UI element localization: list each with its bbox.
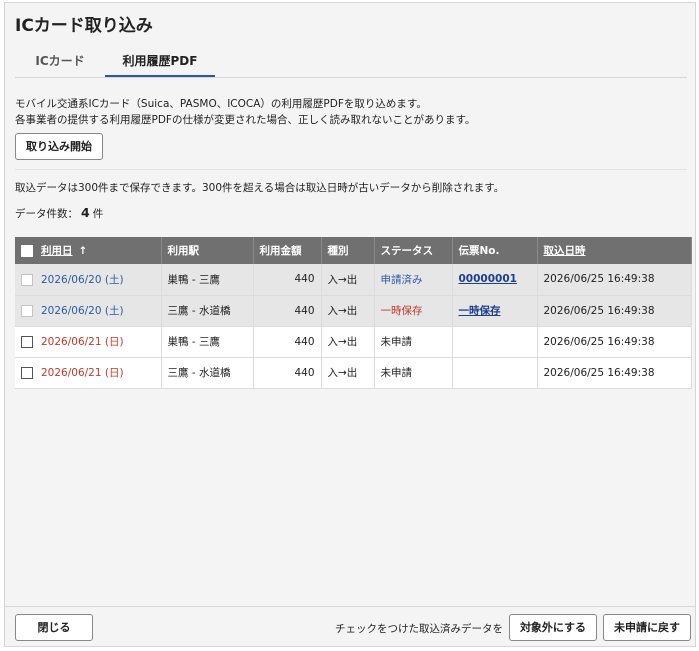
description-line-2: 各事業者の提供する利用履歴PDFの仕様が変更された場合、正しく読み取れないことが… bbox=[15, 114, 476, 126]
row-checkbox[interactable] bbox=[21, 336, 33, 348]
tab-usage-history-pdf[interactable]: 利用履歴PDF bbox=[105, 47, 215, 77]
cell-status: 申請済み bbox=[374, 264, 453, 296]
table-row: 2026/06/20 (土) 巣鴨 - 三鷹 440 入→出 申請済み 0000… bbox=[15, 264, 692, 296]
header-type: 種別 bbox=[321, 237, 375, 264]
close-button[interactable]: 閉じる bbox=[15, 614, 93, 641]
ic-import-dialog: ICカード取り込み ICカード 利用履歴PDF モバイル交通系ICカード（Sui… bbox=[4, 2, 696, 647]
cell-slip-no bbox=[452, 326, 538, 358]
header-slip-no: 伝票No. bbox=[452, 237, 538, 264]
header-status: ステータス bbox=[374, 237, 453, 264]
select-all-checkbox[interactable] bbox=[21, 245, 33, 257]
cell-status: 未申請 bbox=[374, 357, 453, 389]
data-count: データ件数： 4 件 bbox=[15, 205, 103, 221]
header-date-label[interactable]: 利用日 bbox=[41, 245, 73, 257]
table-row: 2026/06/20 (土) 三鷹 - 水道橋 440 入→出 一時保存 一時保… bbox=[15, 295, 692, 327]
cell-station: 三鷹 - 水道橋 bbox=[161, 357, 254, 389]
cell-imported-at: 2026/06/25 16:49:38 bbox=[537, 326, 692, 358]
cell-station: 巣鴨 - 三鷹 bbox=[161, 326, 254, 358]
footer-action-text: チェックをつけた取込済みデータを bbox=[335, 623, 503, 635]
header-date[interactable]: 利用日 ↑ bbox=[15, 237, 162, 264]
header-imported-at[interactable]: 取込日時 bbox=[537, 237, 692, 264]
sort-ascending-icon[interactable]: ↑ bbox=[79, 245, 88, 257]
row-checkbox bbox=[21, 273, 33, 286]
cell-type: 入→出 bbox=[321, 264, 375, 296]
usage-date: 2026/06/21 (日) bbox=[41, 336, 124, 348]
storage-info-text: 取込データは300件まで保存できます。300件を超える場合は取込日時が古いデータ… bbox=[15, 182, 505, 194]
table-header-row: 利用日 ↑ 利用駅 利用金額 種別 ステータス 伝票No. 取込日時 bbox=[15, 237, 692, 264]
header-station: 利用駅 bbox=[161, 237, 254, 264]
usage-table: 利用日 ↑ 利用駅 利用金額 種別 ステータス 伝票No. 取込日時 2026/0… bbox=[15, 237, 692, 389]
cell-imported-at: 2026/06/25 16:49:38 bbox=[537, 264, 692, 296]
tab-bar: ICカード 利用履歴PDF bbox=[15, 47, 687, 78]
start-import-button[interactable]: 取り込み開始 bbox=[15, 133, 103, 160]
cell-type: 入→出 bbox=[321, 357, 375, 389]
usage-date: 2026/06/21 (日) bbox=[41, 367, 124, 379]
usage-date: 2026/06/20 (土) bbox=[41, 305, 124, 317]
cell-amount: 440 bbox=[253, 326, 322, 358]
cell-station: 三鷹 - 水道橋 bbox=[161, 295, 254, 327]
footer-divider bbox=[5, 606, 695, 607]
cell-date: 2026/06/20 (土) bbox=[15, 264, 162, 296]
usage-date: 2026/06/20 (土) bbox=[41, 273, 124, 286]
header-amount: 利用金額 bbox=[253, 237, 322, 264]
slip-link[interactable]: 一時保存 bbox=[459, 305, 501, 317]
slip-link[interactable]: 00000001 bbox=[459, 273, 517, 285]
row-checkbox[interactable] bbox=[21, 367, 33, 379]
cell-slip-no: 一時保存 bbox=[452, 295, 538, 327]
cell-imported-at: 2026/06/25 16:49:38 bbox=[537, 295, 692, 327]
cell-type: 入→出 bbox=[321, 326, 375, 358]
divider bbox=[15, 169, 687, 170]
cell-status: 一時保存 bbox=[374, 295, 453, 327]
cell-amount: 440 bbox=[253, 264, 322, 296]
tab-ic-card[interactable]: ICカード bbox=[15, 47, 105, 77]
cell-date: 2026/06/21 (日) bbox=[15, 326, 162, 358]
cell-date: 2026/06/20 (土) bbox=[15, 295, 162, 327]
row-checkbox bbox=[21, 305, 33, 317]
cell-type: 入→出 bbox=[321, 295, 375, 327]
cell-slip-no: 00000001 bbox=[452, 264, 538, 296]
cell-station: 巣鴨 - 三鷹 bbox=[161, 264, 254, 296]
data-count-value: 4 bbox=[81, 205, 90, 220]
cell-slip-no bbox=[452, 357, 538, 389]
exclude-button[interactable]: 対象外にする bbox=[509, 614, 597, 641]
description: モバイル交通系ICカード（Suica、PASMO、ICOCA）の利用履歴PDFを… bbox=[15, 96, 475, 128]
revert-to-unapplied-button[interactable]: 未申請に戻す bbox=[603, 614, 691, 641]
cell-imported-at: 2026/06/25 16:49:38 bbox=[537, 357, 692, 389]
data-count-label: データ件数： bbox=[15, 208, 78, 220]
cell-date: 2026/06/21 (日) bbox=[15, 357, 162, 389]
data-count-unit: 件 bbox=[92, 208, 104, 220]
cell-status: 未申請 bbox=[374, 326, 453, 358]
dialog-title: ICカード取り込み bbox=[15, 16, 153, 36]
table-row: 2026/06/21 (日) 三鷹 - 水道橋 440 入→出 未申請 2026… bbox=[15, 357, 692, 389]
cell-amount: 440 bbox=[253, 295, 322, 327]
description-line-1: モバイル交通系ICカード（Suica、PASMO、ICOCA）の利用履歴PDFを… bbox=[15, 98, 427, 110]
table-row: 2026/06/21 (日) 巣鴨 - 三鷹 440 入→出 未申請 2026/… bbox=[15, 326, 692, 358]
cell-amount: 440 bbox=[253, 357, 322, 389]
